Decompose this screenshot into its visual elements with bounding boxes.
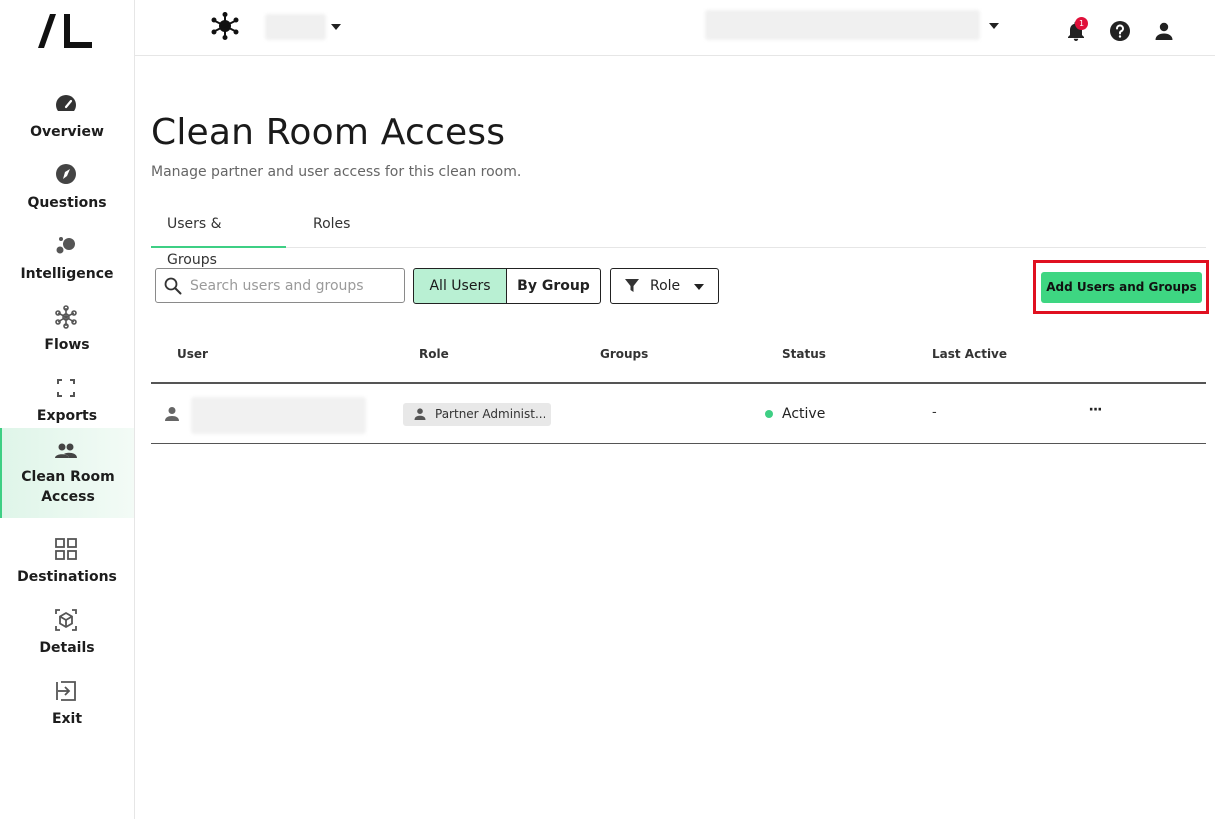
search-box xyxy=(155,268,405,303)
bubbles-icon xyxy=(56,237,75,254)
by-group-toggle[interactable]: By Group xyxy=(506,268,601,304)
sidebar-item-overview[interactable]: Overview xyxy=(0,84,134,155)
sidebar-item-label: Questions xyxy=(27,195,107,211)
clean-room-dropdown-caret-icon[interactable] xyxy=(989,23,999,29)
account-icon[interactable] xyxy=(1152,19,1176,43)
logo[interactable] xyxy=(38,14,94,50)
help-icon[interactable] xyxy=(1108,19,1132,43)
org-name-redacted[interactable] xyxy=(265,14,326,40)
search-input[interactable] xyxy=(190,269,400,302)
status-dot-icon xyxy=(765,410,773,418)
sidebar-item-label: Exports xyxy=(36,408,98,424)
column-header-last-active[interactable]: Last Active xyxy=(932,347,1007,361)
exit-icon xyxy=(56,681,76,701)
all-users-toggle[interactable]: All Users xyxy=(413,268,507,304)
column-header-groups[interactable]: Groups xyxy=(600,347,648,361)
sidebar-item-label: Intelligence xyxy=(20,266,114,282)
tab-bar: Users & Groups Roles xyxy=(151,206,1206,268)
sidebar-item-questions[interactable]: Questions xyxy=(0,155,134,226)
sidebar-item-label: Overview xyxy=(30,124,104,140)
sidebar: Overview Questions Intelligence Flows Ex… xyxy=(0,0,135,819)
sidebar-item-intelligence[interactable]: Intelligence xyxy=(0,226,134,297)
top-bar: 1 xyxy=(135,0,1215,56)
sidebar-item-flows[interactable]: Flows xyxy=(0,297,134,368)
role-filter-label: Role xyxy=(650,278,681,294)
sidebar-item-label: Details xyxy=(39,640,95,656)
page-subtitle: Manage partner and user access for this … xyxy=(151,164,522,180)
clean-room-name-redacted[interactable] xyxy=(705,10,980,40)
sidebar-item-destinations[interactable]: Destinations xyxy=(0,529,134,600)
sidebar-item-exit[interactable]: Exit xyxy=(0,671,134,742)
table-header-divider xyxy=(151,382,1206,384)
grid-icon xyxy=(55,538,77,560)
last-active-value: - xyxy=(932,405,937,420)
cube-icon xyxy=(55,609,77,631)
more-options-icon[interactable]: ··· xyxy=(1085,403,1105,421)
people-icon xyxy=(55,443,77,458)
page-title: Clean Room Access xyxy=(151,112,506,153)
chevron-down-icon xyxy=(694,284,704,290)
org-icon[interactable] xyxy=(210,11,240,41)
search-icon xyxy=(164,277,182,295)
role-chip: Partner Administ... xyxy=(403,403,551,426)
sidebar-item-details[interactable]: Details xyxy=(0,600,134,671)
frame-corners-icon xyxy=(57,379,75,397)
sidebar-item-clean-room-access[interactable]: Clean Room Access xyxy=(0,428,134,518)
add-users-and-groups-button[interactable]: Add Users and Groups xyxy=(1041,272,1202,303)
speedometer-icon xyxy=(56,95,76,116)
sidebar-item-label: Flows xyxy=(44,337,90,353)
user-icon xyxy=(165,407,179,421)
sidebar-item-label: Exit xyxy=(51,711,83,727)
user-icon xyxy=(414,408,426,420)
notification-badge: 1 xyxy=(1075,17,1088,30)
tab-roles[interactable]: Roles xyxy=(297,206,366,248)
user-name-redacted xyxy=(191,397,366,434)
filter-icon xyxy=(625,279,639,292)
role-filter-button[interactable]: Role xyxy=(610,268,719,304)
compass-icon xyxy=(56,164,76,184)
sidebar-item-label: Destinations xyxy=(17,569,117,585)
table-row-divider xyxy=(151,443,1206,444)
status-text: Active xyxy=(782,406,826,422)
column-header-user[interactable]: User xyxy=(177,347,208,361)
column-header-role[interactable]: Role xyxy=(419,347,449,361)
role-chip-label: Partner Administ... xyxy=(435,407,545,421)
sidebar-item-label: Clean Room Access xyxy=(21,469,115,505)
tab-users-and-groups[interactable]: Users & Groups xyxy=(151,206,286,268)
org-dropdown-caret-icon[interactable] xyxy=(331,24,341,30)
column-header-status[interactable]: Status xyxy=(782,347,826,361)
network-icon xyxy=(55,305,77,329)
